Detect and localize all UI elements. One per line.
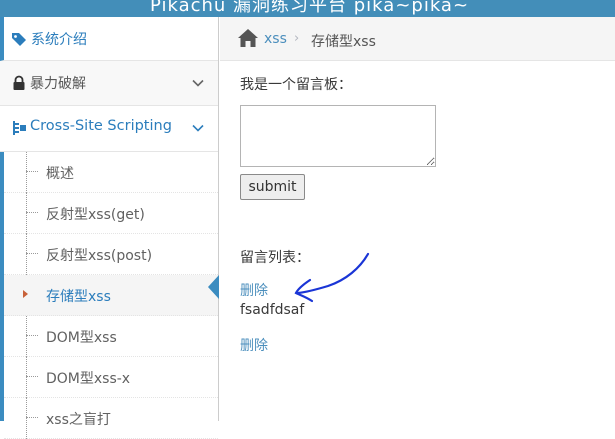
subitem-label: 存储型xss xyxy=(46,289,111,305)
sidebar: 系统介绍 暴力破解 Cross-Site Scripting 概述 反射型xss… xyxy=(0,17,219,439)
sidebar-subitem-blind-xss[interactable]: xss之盲打 xyxy=(4,398,218,439)
tree-line xyxy=(26,357,27,398)
hand-drawn-arrow-annotation xyxy=(294,252,370,303)
caret-right-icon xyxy=(23,290,28,298)
tree-line xyxy=(26,316,27,357)
subitem-label: 概述 xyxy=(46,166,74,182)
sidebar-item-intro[interactable]: 系统介绍 xyxy=(0,17,218,61)
subitem-label: 反射型xss(post) xyxy=(46,248,153,264)
tree-line xyxy=(26,193,27,234)
subitem-label: 反射型xss(get) xyxy=(46,207,145,223)
sidebar-subitem-dom-xss[interactable]: DOM型xss xyxy=(4,316,218,357)
delete-message-link[interactable]: 删除 xyxy=(240,280,268,300)
sidebar-item-label: 暴力破解 xyxy=(30,76,86,92)
breadcrumb-current: 存储型xss xyxy=(311,34,376,50)
chevron-down-icon xyxy=(192,124,204,132)
sidebar-subitem-dom-xss-x[interactable]: DOM型xss-x xyxy=(4,357,218,398)
sitemap-icon xyxy=(13,121,26,135)
xss-submenu: 概述 反射型xss(get) 反射型xss(post) 存储型xss DOM型x… xyxy=(0,152,218,439)
tree-line xyxy=(26,234,27,275)
sidebar-item-brute-force[interactable]: 暴力破解 xyxy=(0,61,218,106)
breadcrumb: xss › 存储型xss xyxy=(220,17,615,61)
delete-message-link[interactable]: 删除 xyxy=(240,335,268,355)
home-icon[interactable] xyxy=(237,28,259,48)
tree-dash xyxy=(26,335,38,336)
subitem-label: xss之盲打 xyxy=(46,412,111,428)
lock-icon xyxy=(13,75,25,90)
sidebar-item-label: 系统介绍 xyxy=(31,32,87,48)
main-content: 我是一个留言板： submit 留言列表： 删除 fsadfdsaf 删除 xyxy=(220,62,615,421)
submit-button[interactable]: submit xyxy=(240,174,305,200)
breadcrumb-link-xss[interactable]: xss xyxy=(264,31,287,47)
message-textarea[interactable] xyxy=(240,105,436,167)
brand-title[interactable]: Pikachu 漏洞练习平台 pika~pika~ xyxy=(150,0,469,17)
tree-dash xyxy=(26,376,38,377)
sidebar-item-label: Cross-Site Scripting xyxy=(30,118,172,134)
tree-dash xyxy=(26,253,38,254)
tree-dash xyxy=(26,212,38,213)
tags-icon xyxy=(12,33,26,46)
sidebar-item-xss[interactable]: Cross-Site Scripting xyxy=(0,106,218,152)
sidebar-subitem-reflected-get[interactable]: 反射型xss(get) xyxy=(4,193,218,234)
sidebar-subitem-overview[interactable]: 概述 xyxy=(4,152,218,193)
tree-line xyxy=(26,398,27,439)
subitem-label: DOM型xss-x xyxy=(46,371,131,387)
subitem-label: DOM型xss xyxy=(46,330,117,346)
tree-dash xyxy=(26,417,38,418)
chevron-down-icon xyxy=(192,79,204,87)
top-navbar: Pikachu 漏洞练习平台 pika~pika~ xyxy=(0,0,615,17)
active-item-indicator xyxy=(208,275,219,299)
sidebar-subitem-reflected-post[interactable]: 反射型xss(post) xyxy=(4,234,218,275)
tree-line xyxy=(26,152,27,193)
sidebar-subitem-stored-xss[interactable]: 存储型xss xyxy=(4,275,218,316)
board-title: 我是一个留言板： xyxy=(240,77,352,93)
breadcrumb-separator: › xyxy=(294,31,300,46)
tree-dash xyxy=(26,171,38,172)
